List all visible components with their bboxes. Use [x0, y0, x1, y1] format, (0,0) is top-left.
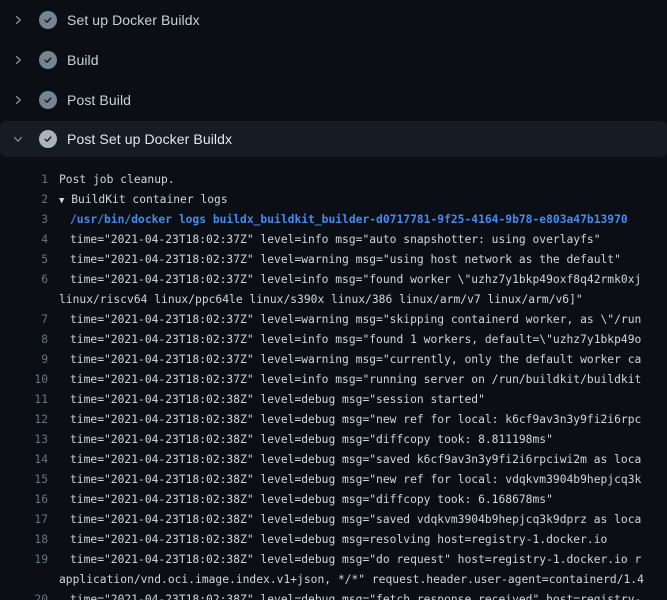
log-line: 17 time="2021-04-23T18:02:38Z" level=debu…	[0, 510, 667, 530]
log-text: Post job cleanup.	[59, 170, 175, 190]
chevron-down-icon	[11, 132, 25, 146]
log-text: time="2021-04-23T18:02:38Z" level=debug …	[70, 530, 607, 550]
line-number[interactable]: 11	[0, 390, 48, 410]
line-number[interactable]: 16	[0, 490, 48, 510]
log-line: 10 time="2021-04-23T18:02:37Z" level=info…	[0, 370, 667, 390]
log-text: time="2021-04-23T18:02:37Z" level=info m…	[70, 330, 641, 350]
check-circle-icon	[39, 51, 57, 69]
log-line: 14 time="2021-04-23T18:02:38Z" level=debu…	[0, 450, 667, 470]
chevron-right-icon	[11, 13, 25, 27]
log-line: 5 time="2021-04-23T18:02:37Z" level=warni…	[0, 250, 667, 270]
log-line: 18 time="2021-04-23T18:02:38Z" level=debu…	[0, 530, 667, 550]
log-line: 12 time="2021-04-23T18:02:38Z" level=debu…	[0, 410, 667, 430]
line-number[interactable]: 9	[0, 350, 48, 370]
chevron-right-icon	[11, 93, 25, 107]
check-circle-icon	[39, 91, 57, 109]
line-number[interactable]	[0, 290, 48, 310]
log-text: time="2021-04-23T18:02:37Z" level=warnin…	[70, 310, 641, 330]
line-number[interactable]: 15	[0, 470, 48, 490]
log-text: time="2021-04-23T18:02:37Z" level=info m…	[70, 230, 601, 250]
step-header-post-build[interactable]: Post Build	[0, 80, 667, 120]
log-line: 15 time="2021-04-23T18:02:38Z" level=debu…	[0, 470, 667, 490]
group-collapse-icon[interactable]: ▼	[59, 196, 64, 206]
log-line: 20 time="2021-04-23T18:02:38Z" level=debu…	[0, 590, 667, 600]
log-line-continuation: linux/riscv64 linux/ppc64le linux/s390x …	[0, 290, 667, 310]
step-title: Set up Docker Buildx	[67, 12, 200, 28]
line-number[interactable]: 17	[0, 510, 48, 530]
log-line: 6 time="2021-04-23T18:02:37Z" level=info …	[0, 270, 667, 290]
line-number[interactable]: 3	[0, 210, 48, 230]
line-number[interactable]: 18	[0, 530, 48, 550]
log-command-text: /usr/bin/docker logs buildx_buildkit_bui…	[70, 210, 628, 230]
log-text: time="2021-04-23T18:02:37Z" level=warnin…	[70, 250, 621, 270]
line-number[interactable]: 4	[0, 230, 48, 250]
log-line: 13 time="2021-04-23T18:02:38Z" level=debu…	[0, 430, 667, 450]
log-line: 3/usr/bin/docker logs buildx_buildkit_bu…	[0, 210, 667, 230]
line-number[interactable]: 13	[0, 430, 48, 450]
step-title: Post Build	[67, 92, 131, 108]
log-text: time="2021-04-23T18:02:38Z" level=debug …	[70, 450, 641, 470]
step-header-build[interactable]: Build	[0, 40, 667, 80]
line-number[interactable]: 12	[0, 410, 48, 430]
log-text: time="2021-04-23T18:02:38Z" level=debug …	[70, 410, 641, 430]
line-number[interactable]: 2	[0, 190, 48, 210]
log-text: time="2021-04-23T18:02:38Z" level=debug …	[70, 390, 485, 410]
log-text: time="2021-04-23T18:02:37Z" level=info m…	[70, 370, 641, 390]
line-number[interactable]: 19	[0, 550, 48, 570]
line-number[interactable]: 14	[0, 450, 48, 470]
log-line: 2 ▼ BuildKit container logs	[0, 190, 667, 210]
log-text: time="2021-04-23T18:02:38Z" level=debug …	[70, 490, 553, 510]
log-text[interactable]: ▼ BuildKit container logs	[59, 190, 228, 210]
log-text: time="2021-04-23T18:02:38Z" level=debug …	[70, 430, 553, 450]
step-header-post-setup-docker-buildx[interactable]: Post Set up Docker Buildx	[0, 121, 667, 157]
check-circle-icon	[39, 11, 57, 29]
log-text: linux/riscv64 linux/ppc64le linux/s390x …	[59, 290, 583, 310]
log-text: time="2021-04-23T18:02:38Z" level=debug …	[70, 550, 641, 570]
line-number[interactable]: 7	[0, 310, 48, 330]
chevron-right-icon	[11, 53, 25, 67]
line-number[interactable]: 10	[0, 370, 48, 390]
log-line: 16 time="2021-04-23T18:02:38Z" level=debu…	[0, 490, 667, 510]
step-title: Post Set up Docker Buildx	[67, 131, 232, 147]
log-text: application/vnd.oci.image.index.v1+json,…	[59, 570, 644, 590]
log-line: 4 time="2021-04-23T18:02:37Z" level=info …	[0, 230, 667, 250]
log-line: 1 Post job cleanup.	[0, 170, 667, 190]
line-number[interactable]	[0, 570, 48, 590]
log-line: 19 time="2021-04-23T18:02:38Z" level=debu…	[0, 550, 667, 570]
line-number[interactable]: 6	[0, 270, 48, 290]
step-log-output: 1 Post job cleanup. 2 ▼ BuildKit container …	[0, 157, 667, 600]
line-number[interactable]: 20	[0, 590, 48, 600]
step-header-setup-docker-buildx[interactable]: Set up Docker Buildx	[0, 0, 667, 40]
log-line: 9 time="2021-04-23T18:02:37Z" level=warni…	[0, 350, 667, 370]
log-line: 7 time="2021-04-23T18:02:37Z" level=warni…	[0, 310, 667, 330]
log-line-continuation: application/vnd.oci.image.index.v1+json,…	[0, 570, 667, 590]
step-title: Build	[67, 52, 99, 68]
log-text: time="2021-04-23T18:02:37Z" level=warnin…	[70, 350, 641, 370]
log-text: time="2021-04-23T18:02:37Z" level=info m…	[70, 270, 641, 290]
line-number[interactable]: 8	[0, 330, 48, 350]
check-circle-icon	[39, 130, 57, 148]
line-number[interactable]: 5	[0, 250, 48, 270]
line-number[interactable]: 1	[0, 170, 48, 190]
log-text: time="2021-04-23T18:02:38Z" level=debug …	[70, 590, 641, 600]
log-line: 11 time="2021-04-23T18:02:38Z" level=debu…	[0, 390, 667, 410]
workflow-log-panel: Set up Docker Buildx Build Post Build Po…	[0, 0, 667, 600]
log-text: time="2021-04-23T18:02:38Z" level=debug …	[70, 510, 641, 530]
log-text: time="2021-04-23T18:02:38Z" level=debug …	[70, 470, 641, 490]
log-line: 8 time="2021-04-23T18:02:37Z" level=info …	[0, 330, 667, 350]
